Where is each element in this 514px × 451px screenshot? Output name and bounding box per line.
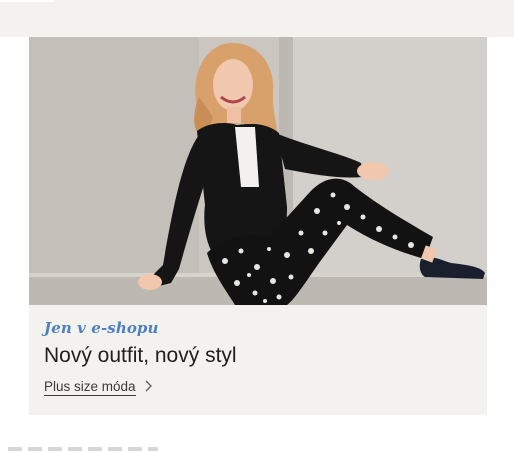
top-band [0, 0, 514, 37]
promo-photo-illustration [29, 37, 487, 305]
top-tab-edge [0, 0, 54, 2]
promo-photo[interactable] [29, 37, 487, 305]
next-section-peek [8, 447, 158, 451]
plus-size-fashion-link[interactable]: Plus size móda [44, 379, 152, 396]
chevron-right-icon[interactable] [145, 380, 152, 395]
cta-label[interactable]: Plus size móda [44, 379, 136, 396]
promo-card[interactable]: Jen v e-shopu Nový outfit, nový styl Plu… [29, 37, 487, 415]
promo-headline[interactable]: Nový outfit, nový styl [44, 343, 472, 369]
promo-text-block: Jen v e-shopu Nový outfit, nový styl Plu… [44, 317, 472, 396]
promo-eyebrow: Jen v e-shopu [44, 319, 159, 337]
